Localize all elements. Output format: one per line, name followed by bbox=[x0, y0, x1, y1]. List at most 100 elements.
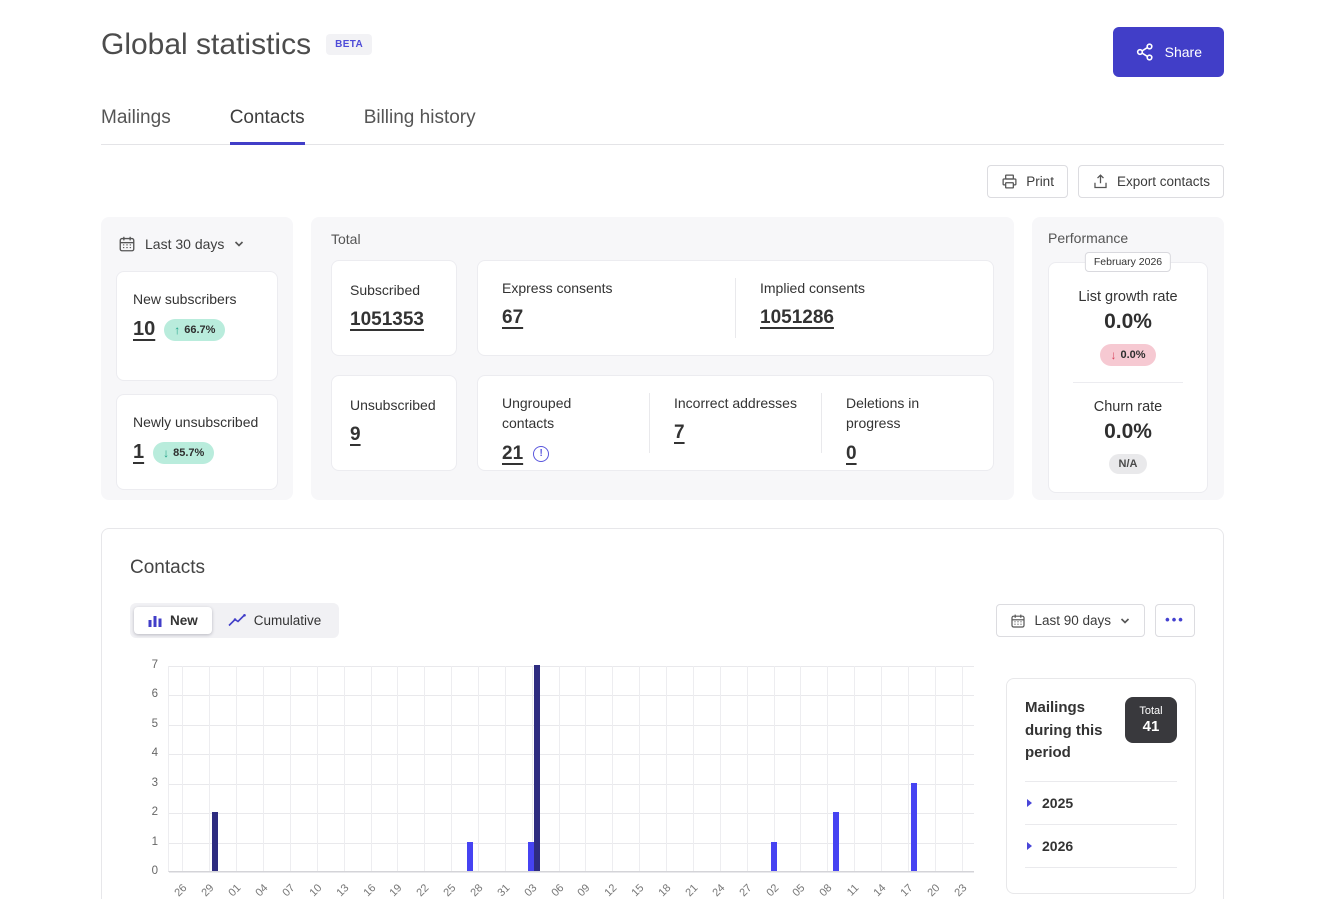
chart-bar[interactable] bbox=[212, 812, 218, 871]
share-button-label: Share bbox=[1165, 44, 1202, 60]
tab-bar: Mailings Contacts Billing history bbox=[101, 107, 1224, 145]
chart-right-controls: Last 90 days ••• bbox=[996, 604, 1195, 637]
express-consents-value[interactable]: 67 bbox=[502, 307, 523, 329]
divider bbox=[1073, 382, 1183, 383]
performance-panel: Performance February 2026 List growth ra… bbox=[1032, 217, 1224, 500]
subscribed-card: Subscribed 1051353 bbox=[331, 260, 457, 356]
x-tick-label: 04 bbox=[244, 882, 271, 899]
gridline bbox=[827, 666, 828, 871]
churn-rate-label: Churn rate bbox=[1059, 399, 1197, 415]
newly-unsubscribed-value[interactable]: 1 bbox=[133, 441, 144, 464]
year-row-2025[interactable]: 2025 bbox=[1025, 781, 1177, 824]
arrow-down-icon: ↓ bbox=[163, 446, 169, 460]
tab-contacts[interactable]: Contacts bbox=[230, 107, 305, 144]
y-tick-label: 0 bbox=[130, 865, 158, 877]
actions-row: Print Export contacts bbox=[101, 165, 1224, 198]
unsubscribed-value[interactable]: 9 bbox=[350, 424, 361, 446]
y-tick-label: 4 bbox=[130, 747, 158, 759]
performance-card: February 2026 List growth rate 0.0% ↓ 0.… bbox=[1048, 262, 1208, 493]
beta-badge: BETA bbox=[326, 34, 372, 55]
share-button[interactable]: Share bbox=[1113, 27, 1224, 77]
x-tick-label: 19 bbox=[378, 882, 405, 899]
list-growth-change-badge: ↓ 0.0% bbox=[1100, 344, 1155, 366]
list-growth-rate-label: List growth rate bbox=[1059, 289, 1197, 305]
express-consents-label: Express consents bbox=[502, 278, 711, 298]
month-tooltip: February 2026 bbox=[1085, 252, 1171, 272]
gridline bbox=[585, 666, 586, 871]
chart-period-dropdown[interactable]: Last 90 days bbox=[996, 604, 1145, 637]
subscribed-label: Subscribed bbox=[350, 280, 438, 300]
export-contacts-button[interactable]: Export contacts bbox=[1078, 165, 1224, 198]
gridline bbox=[693, 666, 694, 871]
implied-consents-value[interactable]: 1051286 bbox=[760, 307, 834, 329]
warning-icon[interactable]: ! bbox=[533, 446, 549, 462]
consents-card: Express consents 67 Implied consents 105… bbox=[477, 260, 994, 356]
period-panel: Last 30 days New subscribers 10 ↑ 66.7% … bbox=[101, 217, 293, 500]
gridline bbox=[559, 666, 560, 871]
ungrouped-contacts-cell: Ungrouped contacts 21 ! bbox=[478, 393, 649, 453]
subscribed-value[interactable]: 1051353 bbox=[350, 309, 424, 331]
deletions-in-progress-label: Deletions in progress bbox=[846, 393, 969, 434]
gridline bbox=[935, 666, 936, 871]
toggle-new-label: New bbox=[170, 613, 198, 628]
gridline bbox=[263, 666, 264, 871]
gridline bbox=[236, 666, 237, 871]
chart-bar[interactable] bbox=[911, 783, 917, 871]
bar-chart-icon bbox=[148, 614, 162, 627]
year-row-2026[interactable]: 2026 bbox=[1025, 824, 1177, 868]
ungrouped-contacts-label: Ungrouped contacts bbox=[502, 393, 625, 434]
chart-period-value: Last 90 days bbox=[1034, 613, 1111, 628]
unsubscribed-label: Unsubscribed bbox=[350, 395, 438, 415]
chart-bar[interactable] bbox=[771, 842, 777, 871]
newly-unsubscribed-card: Newly unsubscribed 1 ↓ 85.7% bbox=[116, 394, 278, 490]
toggle-new[interactable]: New bbox=[134, 607, 212, 634]
gridline bbox=[290, 666, 291, 871]
x-tick-label: 07 bbox=[271, 882, 298, 899]
chart-bar[interactable] bbox=[833, 812, 839, 871]
ungrouped-contacts-value[interactable]: 21 bbox=[502, 443, 523, 465]
x-tick-label: 22 bbox=[405, 882, 432, 899]
period-dropdown[interactable]: Last 30 days bbox=[116, 230, 278, 258]
tab-mailings[interactable]: Mailings bbox=[101, 107, 171, 144]
tab-billing-history[interactable]: Billing history bbox=[364, 107, 476, 144]
chart-bar[interactable] bbox=[534, 665, 540, 871]
mailings-summary-card: Mailings during this period Total 41 202… bbox=[1006, 678, 1196, 894]
gridline bbox=[182, 666, 183, 871]
y-tick-label: 6 bbox=[130, 688, 158, 700]
export-contacts-label: Export contacts bbox=[1117, 174, 1210, 189]
gridline bbox=[397, 666, 398, 871]
expand-triangle-icon bbox=[1027, 842, 1032, 850]
arrow-up-icon: ↑ bbox=[174, 323, 180, 337]
chart-bar[interactable] bbox=[528, 842, 534, 871]
more-options-button[interactable]: ••• bbox=[1155, 604, 1195, 637]
express-consents-cell: Express consents 67 bbox=[478, 278, 735, 338]
deletions-in-progress-value[interactable]: 0 bbox=[846, 443, 857, 465]
gridline bbox=[424, 666, 425, 871]
print-button[interactable]: Print bbox=[987, 165, 1068, 198]
incorrect-addresses-value[interactable]: 7 bbox=[674, 422, 685, 444]
deletions-in-progress-cell: Deletions in progress 0 bbox=[821, 393, 993, 453]
newly-unsubscribed-change-badge: ↓ 85.7% bbox=[153, 442, 214, 464]
toggle-cumulative[interactable]: Cumulative bbox=[214, 607, 336, 634]
x-tick-label: 06 bbox=[539, 882, 566, 899]
new-subscribers-value[interactable]: 10 bbox=[133, 318, 155, 341]
gridline bbox=[639, 666, 640, 871]
contacts-section-title: Contacts bbox=[130, 557, 1195, 579]
total-panel: Total Subscribed 1051353 Express consent… bbox=[311, 217, 1014, 500]
x-tick-label: 10 bbox=[297, 882, 324, 899]
y-tick-label: 7 bbox=[130, 659, 158, 671]
title-group: Global statistics BETA bbox=[101, 27, 372, 63]
toggle-cumulative-label: Cumulative bbox=[254, 613, 322, 628]
arrow-down-icon: ↓ bbox=[1110, 348, 1116, 362]
implied-consents-cell: Implied consents 1051286 bbox=[735, 278, 993, 338]
gridline bbox=[908, 666, 909, 871]
x-tick-label: 14 bbox=[862, 882, 889, 899]
chart-x-axis: 2629010407101316192225283103060912151821… bbox=[168, 882, 974, 899]
newly-unsubscribed-change: 85.7% bbox=[173, 447, 204, 459]
chart-bar[interactable] bbox=[467, 842, 473, 871]
gridline bbox=[169, 872, 974, 873]
x-tick-label: 21 bbox=[674, 882, 701, 899]
new-subscribers-card: New subscribers 10 ↑ 66.7% bbox=[116, 271, 278, 381]
gridline bbox=[317, 666, 318, 871]
gridline bbox=[800, 666, 801, 871]
